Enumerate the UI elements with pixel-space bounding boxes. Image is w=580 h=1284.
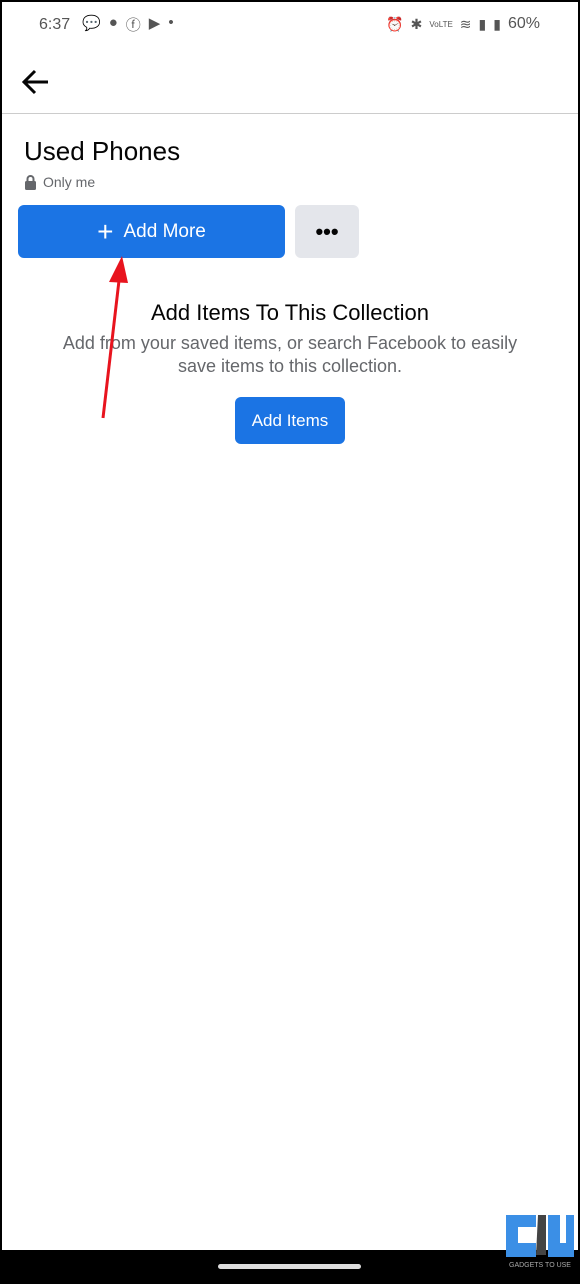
- volte-icon: VoLTE: [429, 19, 453, 29]
- back-arrow-icon[interactable]: [18, 64, 54, 100]
- home-indicator[interactable]: [218, 1264, 361, 1269]
- youtube-icon: ▶: [148, 15, 161, 32]
- header: [2, 52, 578, 114]
- signal-icon: ▮: [478, 15, 487, 32]
- add-items-button[interactable]: Add Items: [235, 397, 345, 444]
- empty-state-heading: Add Items To This Collection: [151, 300, 429, 325]
- page-title: Used Phones: [24, 136, 181, 166]
- svg-text:GADGETS TO USE: GADGETS TO USE: [509, 1262, 571, 1269]
- dot-icon: •: [168, 14, 174, 31]
- screen: 6:37 💬 ● ⓕ ▶ • ⏰ ✱ VoLTE ≋ ▮ ▮ 60% Used …: [2, 2, 578, 1250]
- chat-icon: 💬: [82, 15, 101, 32]
- watermark-logo: GADGETS TO USE: [504, 1213, 576, 1274]
- plus-icon: +: [97, 215, 114, 247]
- add-more-label: Add More: [123, 220, 206, 242]
- status-bar: 6:37 💬 ● ⓕ ▶ • ⏰ ✱ VoLTE ≋ ▮ ▮ 60%: [2, 2, 578, 48]
- facebook-icon: ⓕ: [125, 17, 141, 34]
- alarm-icon: ⏰: [386, 15, 404, 32]
- wifi-icon: ≋: [459, 15, 472, 32]
- more-options-button[interactable]: •••: [295, 205, 359, 258]
- battery-level: 60%: [507, 15, 540, 32]
- lock-icon: [25, 174, 36, 190]
- privacy-label: Only me: [24, 174, 95, 190]
- bluetooth-icon: ✱: [410, 15, 423, 32]
- annotation-arrow: [101, 256, 128, 419]
- privacy-text: Only me: [43, 174, 96, 190]
- status-time: 6:37: [39, 16, 71, 33]
- battery-icon: ▮: [493, 15, 501, 32]
- add-more-button[interactable]: + Add More: [18, 205, 285, 258]
- location-icon: ●: [108, 14, 118, 31]
